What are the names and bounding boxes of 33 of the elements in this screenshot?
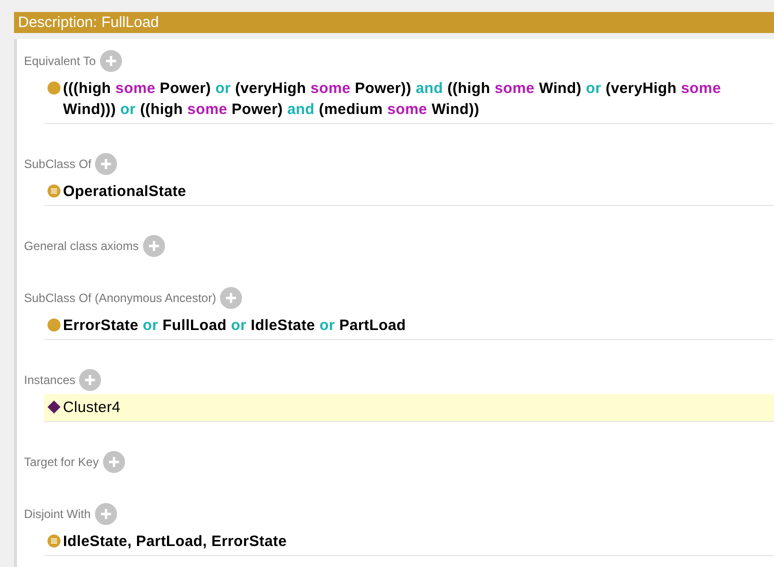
- class-expression: OperationalState: [63, 182, 188, 202]
- add-button[interactable]: [220, 287, 242, 309]
- section-label: SubClass Of: [24, 156, 92, 173]
- class-expression: IdleState, PartLoad, ErrorState: [63, 532, 288, 552]
- plus-icon: [108, 456, 120, 468]
- class-expression: ErrorState or FullLoad or IdleState or PartLoad: [63, 316, 407, 336]
- section-label: SubClass Of (Anonymous Ancestor): [24, 290, 216, 307]
- plus-icon: [225, 292, 238, 304]
- plus-icon: [100, 158, 112, 170]
- class-expression: (((high some Power) or (veryHigh some Power)) and ((high some Wind) or (veryHigh some Wind))) or ((high some Power) and (medium some Wind)): [63, 79, 722, 120]
- add-button[interactable]: [79, 369, 102, 391]
- plus-icon: [100, 508, 112, 520]
- circle-icon: [47, 318, 61, 332]
- class-icon: [47, 534, 61, 548]
- add-button[interactable]: [94, 503, 117, 525]
- plus-icon: [104, 55, 117, 67]
- circle-icon: [47, 81, 61, 95]
- add-button[interactable]: [100, 50, 122, 72]
- section-label: Equivalent To: [24, 53, 96, 70]
- section-label: General class axioms: [24, 238, 139, 255]
- individual-name: Cluster4: [63, 398, 122, 418]
- section-label: Disjoint With: [24, 506, 91, 523]
- add-button[interactable]: [102, 451, 125, 473]
- frame-row[interactable]: Cluster4: [44, 394, 774, 422]
- add-button[interactable]: [142, 235, 165, 257]
- plus-icon: [84, 374, 96, 386]
- class-icon: [47, 184, 61, 198]
- section-label: Target for Key: [24, 454, 99, 471]
- panel-header: Description: FullLoad: [14, 12, 774, 33]
- plus-icon: [148, 240, 160, 252]
- add-button[interactable]: [95, 153, 118, 175]
- diamond-icon: [47, 400, 61, 414]
- section-label: Instances: [24, 372, 76, 389]
